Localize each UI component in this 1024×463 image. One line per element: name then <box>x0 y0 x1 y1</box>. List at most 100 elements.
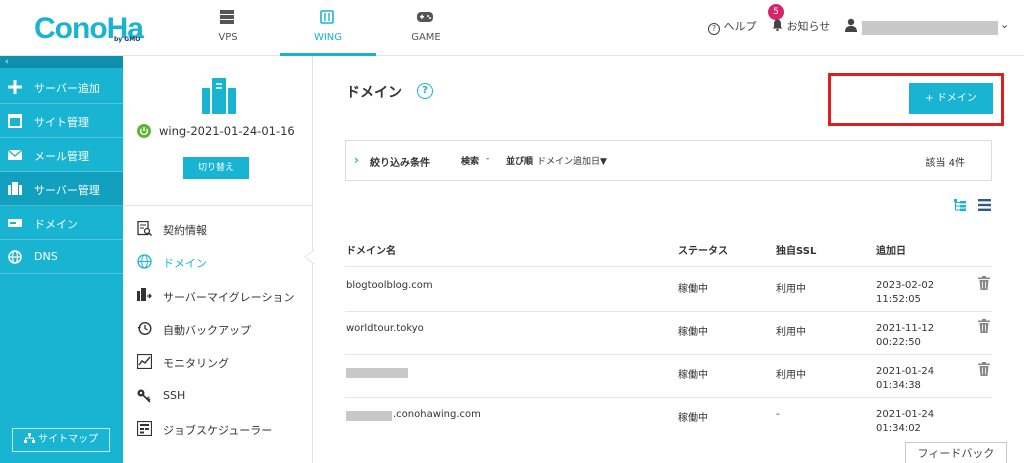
domain-date: 2021-01-24 <box>876 366 935 377</box>
column-header-domain[interactable]: ドメイン名 <box>346 242 396 257</box>
domain-time: 11:52:05 <box>876 294 921 305</box>
help-link[interactable]: ? ヘルプ <box>708 18 757 35</box>
sort-select[interactable]: ドメイン追加日▼ <box>537 154 607 167</box>
sidebar-item-label: ドメイン <box>34 218 78 231</box>
sitemap-icon <box>23 433 35 443</box>
sidebar-item-label: DNS <box>34 250 58 263</box>
mail-icon <box>8 149 22 160</box>
page-title: ドメイン <box>346 85 402 101</box>
row-divider <box>345 397 992 398</box>
row-divider <box>345 354 992 355</box>
document-search-icon <box>137 221 152 236</box>
power-status-icon <box>137 124 151 138</box>
menu-item-label: モニタリング <box>163 357 229 370</box>
help-label: ヘルプ <box>723 20 757 33</box>
help-icon[interactable]: ? <box>417 83 433 99</box>
user-icon[interactable] <box>845 18 857 32</box>
menu-item-contract[interactable]: 契約情報 <box>137 220 307 240</box>
menu-item-label: 契約情報 <box>163 224 207 237</box>
sitemap-label: サイトマップ <box>38 434 99 445</box>
column-header-status[interactable]: ステータス <box>678 242 728 257</box>
domain-status: 稼働中 <box>678 284 708 295</box>
tab-game-label: GAME <box>411 32 441 43</box>
scheduler-icon <box>137 421 152 436</box>
logo-subtext: by GMO <box>114 36 141 43</box>
key-icon <box>137 389 151 403</box>
trash-icon[interactable] <box>978 276 990 290</box>
domain-ssl: 利用中 <box>776 327 806 338</box>
domain-ssl: 利用中 <box>776 370 806 381</box>
sidebar-item-label: サーバー管理 <box>34 184 100 197</box>
tab-game[interactable]: GAME <box>378 0 474 56</box>
tree-view-icon[interactable] <box>954 199 966 211</box>
active-menu-caret <box>304 250 314 264</box>
menu-item-label: サーバーマイグレーション <box>163 291 295 304</box>
feedback-button[interactable]: フィードバック <box>905 442 1007 463</box>
tab-vps-label: VPS <box>218 32 238 43</box>
menu-item-label: 自動バックアップ <box>163 324 251 337</box>
sidebar-item-server[interactable]: サーバー管理 <box>0 172 123 206</box>
sidebar-item-mail[interactable]: メール管理 <box>0 138 123 172</box>
globe-icon <box>8 250 22 264</box>
row-divider <box>345 311 992 312</box>
domain-status: 稼働中 <box>678 327 708 338</box>
filter-search-value: - <box>486 154 490 164</box>
menu-item-label: ジョブスケジューラー <box>163 424 273 437</box>
server-panel: wing-2021-01-24-01-16 切り替え 契約情報 ドメイン サーバ… <box>123 56 313 463</box>
user-name-redacted[interactable] <box>862 21 998 35</box>
top-header: ConoHa by GMO VPS WING GAME ? ヘルプ 5 お知らせ… <box>0 0 1024 56</box>
domain-time: 00:22:50 <box>876 337 921 348</box>
chevron-down-icon[interactable]: ⌄ <box>1000 18 1009 31</box>
tab-wing[interactable]: WING <box>280 0 376 56</box>
domain-name[interactable]: blogtoolblog.com <box>346 280 433 291</box>
menu-item-migration[interactable]: サーバーマイグレーション <box>137 287 307 307</box>
chevron-right-icon[interactable]: › <box>354 153 359 167</box>
menu-item-monitoring[interactable]: モニタリング <box>137 353 307 373</box>
domain-date: 2023-02-02 <box>876 280 935 291</box>
menu-item-label: ドメイン <box>163 257 207 270</box>
sidebar-item-add-server[interactable]: サーバー追加 <box>0 70 123 104</box>
monitoring-chart-icon <box>137 354 152 369</box>
add-domain-button[interactable]: + ドメイン <box>909 83 993 114</box>
wing-server-icon <box>202 78 236 114</box>
main-sidebar: ‹ サーバー追加 サイト管理 メール管理 サーバー管理 ドメイン DNS サイト… <box>0 56 123 463</box>
sitemap-button[interactable]: サイトマップ <box>12 428 110 452</box>
notice-link[interactable]: お知らせ <box>772 18 830 34</box>
domain-name-redacted[interactable] <box>346 368 408 378</box>
menu-item-label: SSH <box>163 389 186 402</box>
menu-item-backup[interactable]: 自動バックアップ <box>137 320 307 340</box>
result-count: 該当 4件 <box>925 158 965 169</box>
migration-icon <box>137 288 152 301</box>
menu-item-domain[interactable]: ドメイン <box>137 253 307 273</box>
sidebar-item-dns[interactable]: DNS <box>0 240 123 274</box>
trash-icon[interactable] <box>978 319 990 333</box>
switch-server-button[interactable]: 切り替え <box>183 157 249 179</box>
sidebar-collapse-button[interactable]: ‹ <box>0 56 123 68</box>
domain-date: 2021-11-12 <box>876 323 935 334</box>
tab-wing-label: WING <box>313 32 343 43</box>
sidebar-item-label: サーバー追加 <box>34 82 100 95</box>
wing-server-icon <box>320 10 334 24</box>
plus-icon <box>8 80 22 94</box>
panel-divider <box>123 205 313 206</box>
notice-label: お知らせ <box>786 20 831 33</box>
filter-label[interactable]: 絞り込み条件 <box>370 154 430 169</box>
sidebar-item-site[interactable]: サイト管理 <box>0 104 123 138</box>
sidebar-item-domain[interactable]: ドメイン <box>0 206 123 240</box>
menu-item-ssh[interactable]: SSH <box>137 387 307 407</box>
domain-time: 01:34:38 <box>876 380 921 391</box>
filter-sort-label: 並び順 <box>506 157 534 167</box>
backup-clock-icon <box>137 321 152 336</box>
trash-icon[interactable] <box>978 362 990 376</box>
domain-tag-icon <box>8 219 22 227</box>
tab-vps[interactable]: VPS <box>180 0 276 56</box>
column-header-ssl[interactable]: 独自SSL <box>776 242 816 257</box>
menu-item-job-scheduler[interactable]: ジョブスケジューラー <box>137 420 307 440</box>
list-view-icon[interactable] <box>978 199 991 211</box>
server-rack-icon <box>220 10 234 24</box>
domain-name[interactable]: worldtour.tokyo <box>346 323 424 334</box>
filter-panel[interactable]: › 絞り込み条件 検索 - 並び順 ドメイン追加日▼ 該当 4件 <box>345 140 992 181</box>
domain-name[interactable]: .conohawing.com <box>393 409 481 420</box>
sidebar-item-label: サイト管理 <box>34 116 89 129</box>
column-header-date[interactable]: 追加日 <box>876 242 906 257</box>
